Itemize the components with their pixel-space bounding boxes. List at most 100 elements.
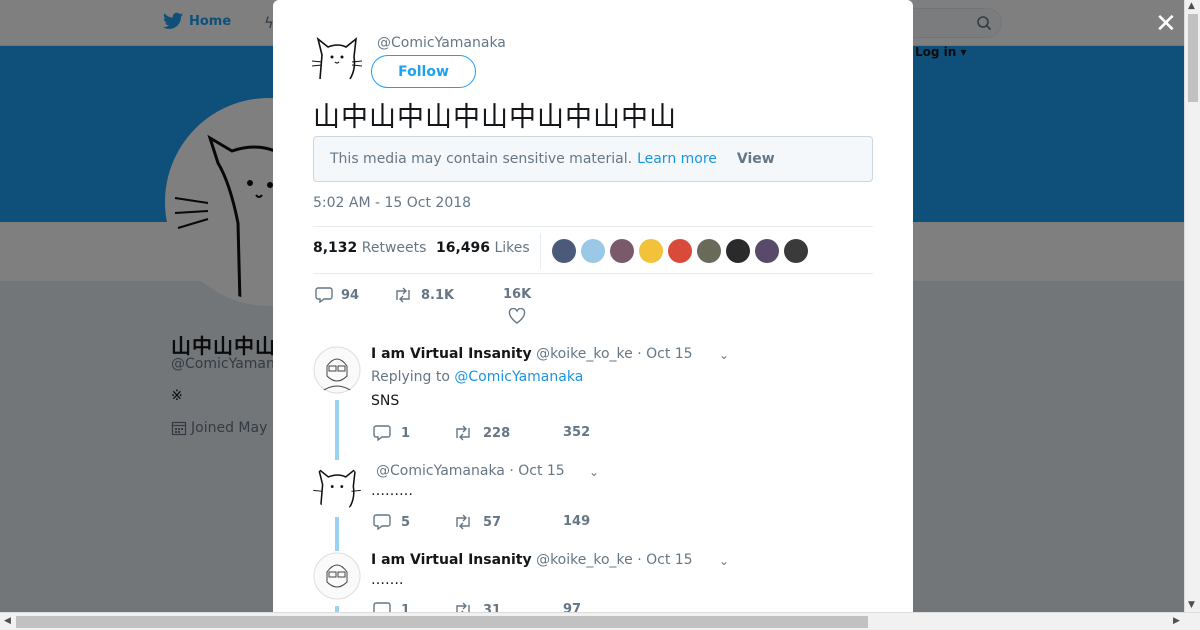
like-count: 149 [563,514,591,529]
view-media-button[interactable]: View [737,151,775,167]
thread-line [335,400,339,460]
replying-prefix: Replying to [371,369,450,385]
tweet-actions: 94 8.1K 16K [313,287,873,327]
like-count: 352 [563,425,591,440]
chevron-down-icon[interactable]: ⌄ [719,554,729,568]
reply-header: @ComicYamanaka · Oct 15 [376,463,565,479]
reply-reply-button[interactable]: 1 [373,602,410,612]
liker-avatar[interactable] [697,239,721,263]
retweets-stat[interactable]: 8,132 Retweets [313,240,426,256]
horizontal-scrollbar[interactable]: ◀ ▶ [0,612,1200,630]
reply-text: SNS [371,393,400,409]
likes-stat[interactable]: 16,496 Likes [436,240,530,256]
reply-avatar[interactable] [313,346,361,394]
reply-text: ……. [371,572,404,588]
liker-avatar[interactable] [552,239,576,263]
sketch-face-icon [313,552,361,600]
tweet-stats: 8,132 Retweets 16,496 Likes [313,226,873,274]
likes-label: Likes [494,240,530,256]
sensitive-text: This media may contain sensitive materia… [330,151,633,167]
liker-avatar[interactable] [639,239,663,263]
like-count: 16K [503,287,532,302]
reply-count: 94 [341,287,360,303]
retweet-button[interactable]: 8.1K [393,287,454,303]
reply-header: I am Virtual Insanity @koike_ko_ke · Oct… [371,552,693,568]
scroll-down-icon[interactable]: ▼ [1188,600,1195,610]
likes-count: 16,496 [436,240,491,256]
reply-retweet-button[interactable]: 228 [453,425,510,441]
reply-date[interactable]: · Oct 15 [509,463,564,479]
tweet-text: 山中山中山中山中山中山中山 [313,102,677,133]
reply-avatar[interactable] [313,463,361,511]
reply-like-button[interactable]: 352 [563,425,590,440]
scroll-left-icon[interactable]: ◀ [4,616,11,626]
horizontal-scroll-thumb[interactable] [16,616,868,628]
retweets-count: 8,132 [313,240,358,256]
liker-avatars [552,239,808,263]
reply-text: ……… [371,483,413,499]
heart-icon [508,308,526,324]
reply-item[interactable]: I am Virtual Insanity @koike_ko_ke · Oct… [313,552,873,612]
reply-avatar[interactable] [313,552,361,600]
reply-author-name[interactable]: I am Virtual Insanity [371,346,532,362]
liker-avatar[interactable] [668,239,692,263]
reply-date[interactable]: · Oct 15 [637,346,692,362]
like-count: 97 [563,602,582,612]
reply-item[interactable]: @ComicYamanaka · Oct 15 ⌄ ……… 5 57 149 [313,463,873,551]
author-avatar[interactable] [311,35,363,80]
cat-avatar-icon [313,467,361,509]
reply-date[interactable]: · Oct 15 [637,552,692,568]
retweets-label: Retweets [361,240,427,256]
retweet-count: 57 [483,514,502,530]
tweet-timestamp[interactable]: 5:02 AM - 15 Oct 2018 [313,195,471,211]
reply-reply-button[interactable]: 5 [373,514,410,530]
sketch-face-icon [313,346,361,394]
reply-like-button[interactable]: 97 [563,602,581,612]
replying-to-link[interactable]: @ComicYamanaka [454,369,583,385]
reply-retweet-button[interactable]: 31 [453,602,501,612]
reply-reply-button[interactable]: 1 [373,425,410,441]
thread-line [335,517,339,551]
retweet-count: 8.1K [421,287,455,303]
reply-icon [373,514,391,530]
reply-icon [373,425,391,441]
retweet-count: 228 [483,425,511,441]
sensitive-media-notice: This media may contain sensitive materia… [313,136,873,182]
liker-avatar[interactable] [581,239,605,263]
learn-more-link[interactable]: Learn more [637,151,717,167]
author-handle[interactable]: @ComicYamanaka [377,35,506,51]
scroll-up-icon[interactable]: ▲ [1188,1,1195,11]
reply-count: 5 [401,514,411,530]
liker-avatar[interactable] [755,239,779,263]
reply-item[interactable]: I am Virtual Insanity @koike_ko_ke · Oct… [313,346,873,460]
vertical-scroll-thumb[interactable] [1188,14,1198,102]
retweet-icon [456,602,470,612]
like-button[interactable]: 16K [503,287,531,324]
reply-count: 1 [401,602,411,613]
reply-retweet-button[interactable]: 57 [453,514,501,530]
reply-icon [373,602,391,612]
tweet-modal: @ComicYamanaka Follow 山中山中山中山中山中山中山 This… [273,0,913,612]
follow-button[interactable]: Follow [371,55,476,88]
close-icon[interactable]: ✕ [1155,11,1177,37]
reply-like-button[interactable]: 149 [563,514,590,529]
scroll-right-icon[interactable]: ▶ [1173,616,1180,626]
replying-to: Replying to @ComicYamanaka [371,369,583,385]
reply-author-handle[interactable]: @koike_ko_ke [536,552,633,568]
retweet-count: 31 [483,602,502,613]
liker-avatar[interactable] [784,239,808,263]
chevron-down-icon[interactable]: ⌄ [719,348,729,362]
reply-header: I am Virtual Insanity @koike_ko_ke · Oct… [371,346,693,362]
reply-author-handle[interactable]: @koike_ko_ke [536,346,633,362]
reply-button[interactable]: 94 [315,287,359,303]
reply-count: 1 [401,425,411,441]
liker-avatar[interactable] [726,239,750,263]
cat-avatar-icon [311,36,363,80]
reply-author-name[interactable]: I am Virtual Insanity [371,552,532,568]
liker-avatar[interactable] [610,239,634,263]
stats-divider [540,233,541,269]
chevron-down-icon[interactable]: ⌄ [589,465,599,479]
retweet-icon [456,514,470,530]
reply-author-handle[interactable]: @ComicYamanaka [376,463,505,479]
vertical-scrollbar[interactable]: ▲ ▼ [1184,0,1200,612]
